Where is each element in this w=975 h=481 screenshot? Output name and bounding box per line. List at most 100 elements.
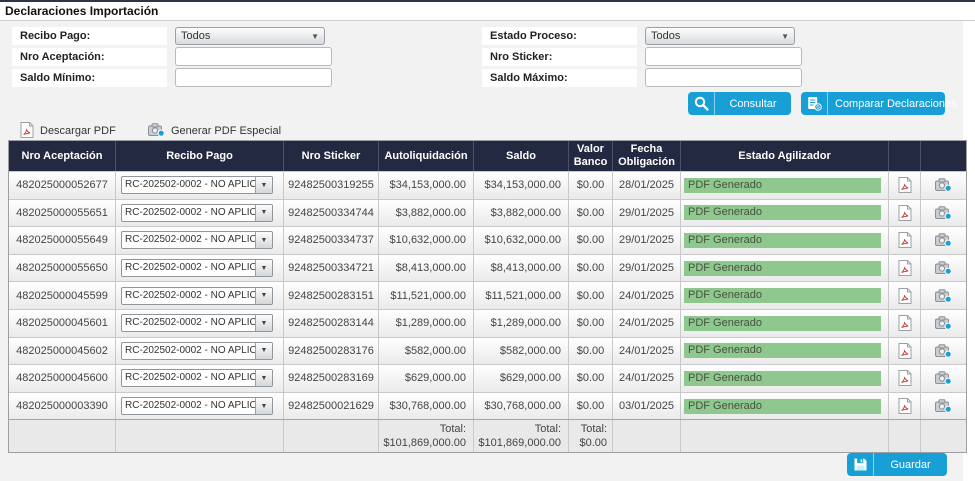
generar-pdf-especial-icon[interactable] bbox=[935, 344, 952, 358]
status-badge: PDF Generado bbox=[684, 371, 881, 386]
comparar-declaraciones-button[interactable]: Comparar Declaraciones bbox=[801, 92, 945, 115]
totals-row: Total: $101,869,000.00 Total: $101,869,0… bbox=[9, 419, 966, 452]
compare-documents-icon bbox=[801, 92, 828, 115]
estado-proceso-filter-select[interactable]: Todos ▼ bbox=[645, 27, 795, 45]
nro-aceptacion-cell: 482025000055649 bbox=[9, 227, 116, 254]
nro-aceptacion-cell: 482025000045602 bbox=[9, 338, 116, 365]
chevron-down-icon[interactable]: ▼ bbox=[255, 260, 272, 276]
chevron-down-icon[interactable]: ▼ bbox=[255, 370, 272, 386]
nro-aceptacion-cell: 482025000055651 bbox=[9, 200, 116, 227]
recibo-pago-value: RC-202502-0002 - NO APLICA - . bbox=[122, 177, 255, 193]
pdf-file-icon bbox=[20, 122, 34, 141]
recibo-pago-value: RC-202502-0002 - NO APLICA - . bbox=[122, 288, 255, 304]
chevron-down-icon[interactable]: ▼ bbox=[255, 315, 272, 331]
recibo-pago-select[interactable]: RC-202502-0002 - NO APLICA - .▼ bbox=[121, 397, 273, 415]
nro-sticker-cell: 92482500283169 bbox=[284, 365, 379, 392]
recibo-pago-select[interactable]: RC-202502-0002 - NO APLICA - .▼ bbox=[121, 176, 273, 194]
header-fecha-obligacion: Fecha Obligación bbox=[613, 141, 681, 171]
recibo-pago-select[interactable]: RC-202502-0002 - NO APLICA - .▼ bbox=[121, 314, 273, 332]
generar-pdf-especial-icon[interactable] bbox=[935, 261, 952, 275]
fecha-obligacion-cell: 24/01/2025 bbox=[613, 310, 681, 337]
fecha-obligacion-cell: 24/01/2025 bbox=[613, 338, 681, 365]
pdf-file-icon[interactable] bbox=[898, 398, 912, 414]
saldo-maximo-input[interactable] bbox=[645, 68, 802, 87]
recibo-pago-select[interactable]: RC-202502-0002 - NO APLICA - .▼ bbox=[121, 287, 273, 305]
generar-pdf-especial-icon[interactable] bbox=[935, 233, 952, 247]
nro-sticker-input[interactable] bbox=[645, 47, 802, 66]
nro-aceptacion-cell: 482025000052677 bbox=[9, 172, 116, 199]
pdf-file-icon[interactable] bbox=[898, 315, 912, 331]
consultar-button[interactable]: Consultar bbox=[688, 92, 791, 115]
table-row: 482025000045602 RC-202502-0002 - NO APLI… bbox=[9, 337, 966, 365]
pdf-file-icon[interactable] bbox=[898, 370, 912, 386]
totals-valor-banco-value: $0.00 bbox=[579, 436, 607, 450]
recibo-pago-select[interactable]: RC-202502-0002 - NO APLICA - .▼ bbox=[121, 369, 273, 387]
chevron-down-icon: ▼ bbox=[311, 32, 319, 41]
header-recibo-pago: Recibo Pago bbox=[116, 141, 284, 171]
generar-pdf-especial-icon[interactable] bbox=[935, 178, 952, 192]
recibo-pago-select[interactable]: RC-202502-0002 - NO APLICA - .▼ bbox=[121, 342, 273, 360]
descargar-pdf-link[interactable]: Descargar PDF bbox=[20, 122, 116, 140]
recibo-pago-select[interactable]: RC-202502-0002 - NO APLICA - .▼ bbox=[121, 204, 273, 222]
pdf-especial-cell bbox=[921, 393, 966, 420]
table-row: 482025000045599 RC-202502-0002 - NO APLI… bbox=[9, 281, 966, 309]
header-nro-aceptacion: Nro Aceptación bbox=[9, 141, 116, 171]
chevron-down-icon[interactable]: ▼ bbox=[255, 398, 272, 414]
status-badge: PDF Generado bbox=[684, 233, 881, 248]
recibo-pago-value: RC-202502-0002 - NO APLICA - . bbox=[122, 232, 255, 248]
estado-proceso-label: Estado Proceso: bbox=[482, 27, 637, 45]
autoliquidacion-cell: $3,882,000.00 bbox=[379, 200, 474, 227]
generar-pdf-especial-icon[interactable] bbox=[935, 316, 952, 330]
pdf-file-icon[interactable] bbox=[898, 232, 912, 248]
recibo-pago-cell: RC-202502-0002 - NO APLICA - .▼ bbox=[116, 338, 284, 365]
pdf-cell bbox=[889, 255, 921, 282]
pdf-especial-cell bbox=[921, 255, 966, 282]
camera-pdf-icon bbox=[148, 123, 165, 140]
recibo-pago-cell: RC-202502-0002 - NO APLICA - .▼ bbox=[116, 310, 284, 337]
generar-pdf-especial-icon[interactable] bbox=[935, 289, 952, 303]
generar-pdf-especial-icon[interactable] bbox=[935, 399, 952, 413]
chevron-down-icon[interactable]: ▼ bbox=[255, 205, 272, 221]
autoliquidacion-cell: $10,632,000.00 bbox=[379, 227, 474, 254]
totals-valor-banco: Total: $0.00 bbox=[569, 420, 613, 452]
saldo-minimo-input[interactable] bbox=[175, 68, 332, 87]
recibo-pago-select[interactable]: RC-202502-0002 - NO APLICA - .▼ bbox=[121, 259, 273, 277]
estado-agilizador-cell: PDF Generado bbox=[681, 200, 889, 227]
estado-proceso-filter-value: Todos bbox=[651, 30, 680, 42]
fecha-obligacion-cell: 24/01/2025 bbox=[613, 365, 681, 392]
saldo-cell: $582,000.00 bbox=[474, 338, 569, 365]
status-badge: PDF Generado bbox=[684, 399, 881, 414]
generar-pdf-especial-link[interactable]: Generar PDF Especial bbox=[148, 122, 281, 140]
nro-sticker-cell: 92482500283176 bbox=[284, 338, 379, 365]
generar-pdf-especial-icon[interactable] bbox=[935, 371, 952, 385]
pdf-file-icon[interactable] bbox=[898, 288, 912, 304]
estado-agilizador-cell: PDF Generado bbox=[681, 227, 889, 254]
chevron-down-icon[interactable]: ▼ bbox=[255, 288, 272, 304]
recibo-pago-value: RC-202502-0002 - NO APLICA - . bbox=[122, 315, 255, 331]
estado-agilizador-cell: PDF Generado bbox=[681, 338, 889, 365]
totals-empty-cell bbox=[921, 420, 966, 452]
saldo-cell: $1,289,000.00 bbox=[474, 310, 569, 337]
chevron-down-icon[interactable]: ▼ bbox=[255, 177, 272, 193]
pdf-file-icon[interactable] bbox=[898, 205, 912, 221]
recibo-pago-select[interactable]: RC-202502-0002 - NO APLICA - .▼ bbox=[121, 231, 273, 249]
header-autoliquidacion: Autoliquidación bbox=[379, 141, 474, 171]
recibo-pago-filter-select[interactable]: Todos ▼ bbox=[175, 27, 325, 45]
status-badge: PDF Generado bbox=[684, 205, 881, 220]
table-row: 482025000055650 RC-202502-0002 - NO APLI… bbox=[9, 254, 966, 282]
autoliquidacion-cell: $34,153,000.00 bbox=[379, 172, 474, 199]
saldo-cell: $10,632,000.00 bbox=[474, 227, 569, 254]
autoliquidacion-cell: $8,413,000.00 bbox=[379, 255, 474, 282]
estado-agilizador-cell: PDF Generado bbox=[681, 310, 889, 337]
chevron-down-icon[interactable]: ▼ bbox=[255, 343, 272, 359]
guardar-button[interactable]: Guardar bbox=[847, 453, 947, 476]
chevron-down-icon[interactable]: ▼ bbox=[255, 232, 272, 248]
nro-aceptacion-input[interactable] bbox=[175, 47, 332, 66]
save-icon bbox=[847, 453, 874, 476]
fecha-obligacion-cell: 03/01/2025 bbox=[613, 393, 681, 420]
valor-banco-cell: $0.00 bbox=[569, 365, 613, 392]
pdf-file-icon[interactable] bbox=[898, 177, 912, 193]
generar-pdf-especial-icon[interactable] bbox=[935, 206, 952, 220]
pdf-file-icon[interactable] bbox=[898, 343, 912, 359]
pdf-file-icon[interactable] bbox=[898, 260, 912, 276]
